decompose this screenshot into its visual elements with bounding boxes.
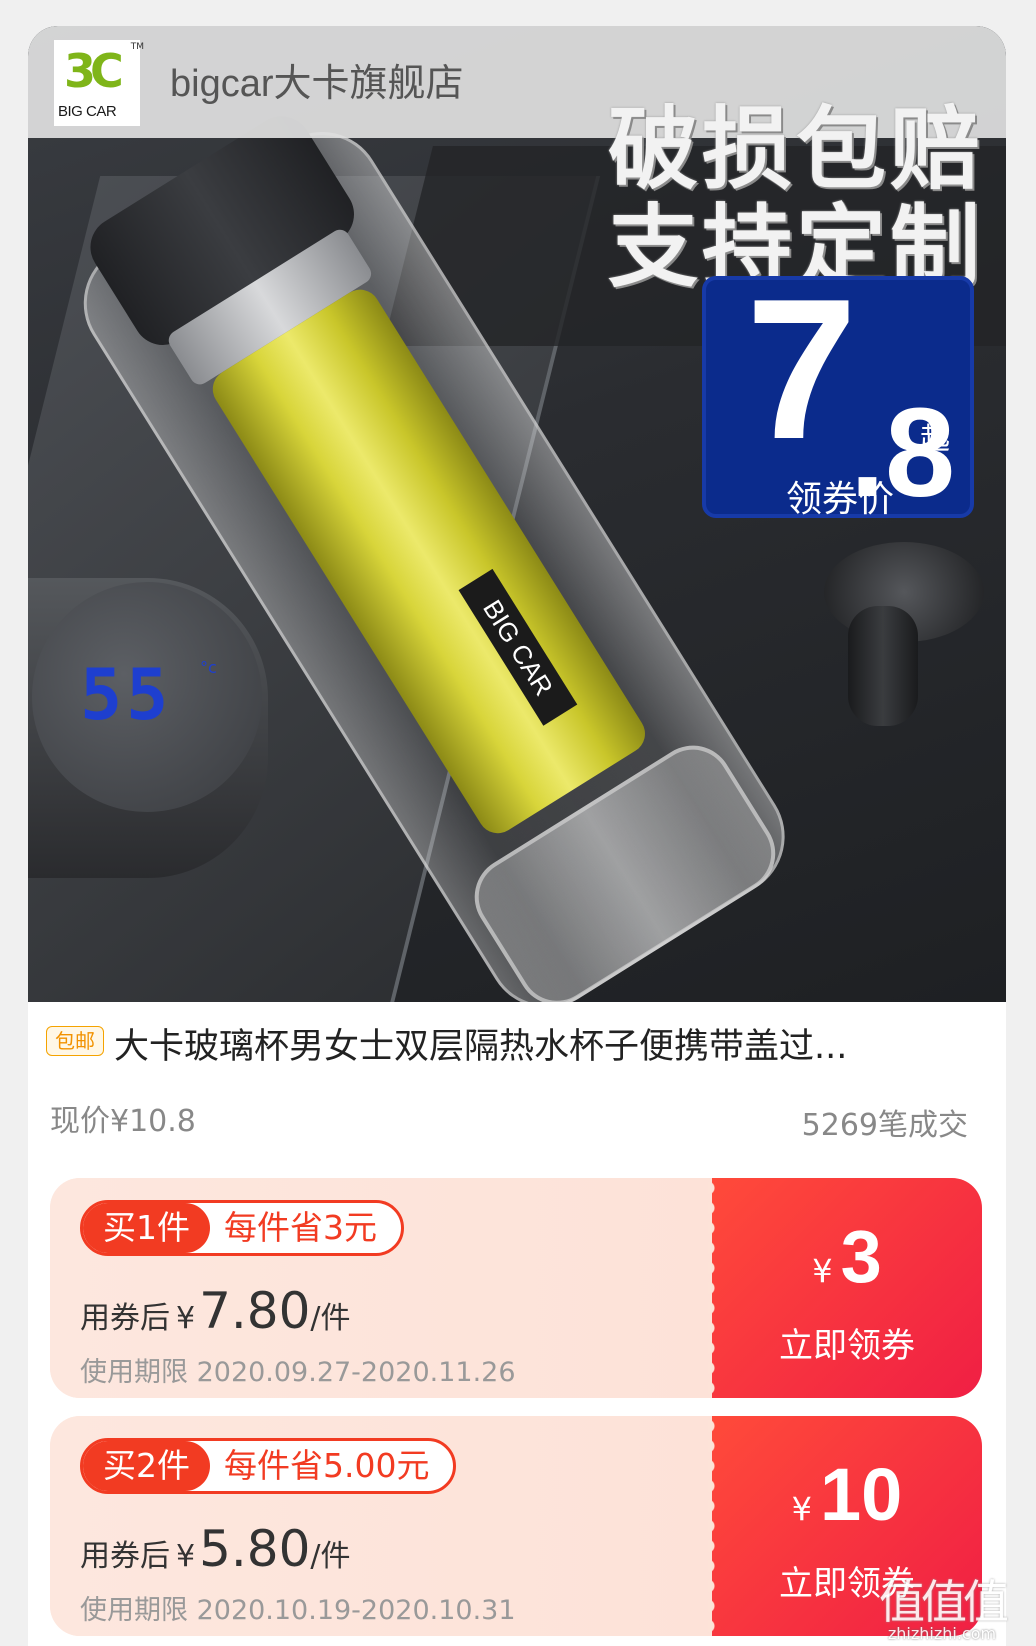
after-price-unit: /件 bbox=[310, 1539, 351, 1574]
after-price-currency: ¥ bbox=[176, 1539, 196, 1574]
product-image[interactable]: 55 °c BIG CAR 3C TM BIG CAR bigcar大卡旗舰店 … bbox=[28, 26, 1006, 1002]
coupon-quantity: 买1件 bbox=[83, 1203, 210, 1253]
coupon-validity: 使用期限 2020.10.19-2020.10.31 bbox=[80, 1595, 516, 1626]
free-shipping-tag: 包邮 bbox=[46, 1026, 104, 1056]
site-watermark: 值值值 zhizhizhi.com bbox=[862, 1575, 1022, 1643]
coupon-quantity: 买2件 bbox=[83, 1441, 210, 1491]
after-price-value: 7.80 bbox=[199, 1282, 311, 1340]
badge-caption: 领券价 bbox=[786, 479, 895, 520]
after-price-value: 5.80 bbox=[199, 1520, 311, 1578]
tea-infuser-stem bbox=[848, 606, 918, 726]
badge-price-suffix: 起 bbox=[920, 422, 950, 457]
coupon-face-value[interactable]: ¥3 bbox=[712, 1214, 982, 1299]
product-title-row[interactable]: 包邮 大卡玻璃杯男女士双层隔热水杯子便携带盖过... bbox=[46, 1018, 986, 1068]
watermark-logo: 值值值 bbox=[879, 1575, 1009, 1629]
logo-trademark: TM bbox=[130, 42, 144, 52]
after-price-label: 用券后 bbox=[80, 1539, 170, 1574]
coupon-after-price: 用券后 ¥ 5.80 /件 bbox=[80, 1520, 351, 1578]
coupon-validity: 使用期限 2020.09.27-2020.11.26 bbox=[80, 1357, 516, 1388]
product-card[interactable]: 55 °c BIG CAR 3C TM BIG CAR bigcar大卡旗舰店 … bbox=[28, 26, 1006, 1646]
store-name[interactable]: bigcar大卡旗舰店 bbox=[170, 52, 464, 107]
coupon-saving: 每件省3元 bbox=[224, 1208, 377, 1247]
logo-text: BIG CAR bbox=[58, 103, 117, 120]
badge-price-integer: 7 bbox=[746, 258, 857, 481]
coupon-card[interactable]: 买2件 每件省5.00元 用券后 ¥ 5.80 /件 使用期限 2020.10.… bbox=[50, 1416, 982, 1636]
temperature-display: 55 bbox=[80, 654, 173, 736]
coupon-saving: 每件省5.00元 bbox=[224, 1446, 430, 1485]
claim-coupon-button[interactable]: 立即领券 bbox=[712, 1318, 982, 1367]
after-price-unit: /件 bbox=[310, 1301, 351, 1336]
coupon-card[interactable]: 买1件 每件省3元 用券后 ¥ 7.80 /件 使用期限 2020.09.27-… bbox=[50, 1178, 982, 1398]
coupon-rule-pill: 买2件 每件省5.00元 bbox=[80, 1438, 457, 1494]
logo-mark: 3C bbox=[64, 44, 124, 98]
store-logo[interactable]: 3C TM BIG CAR bbox=[54, 40, 144, 126]
coupon-rule-pill: 买1件 每件省3元 bbox=[80, 1200, 404, 1256]
face-currency: ¥ bbox=[812, 1252, 833, 1290]
face-value: 10 bbox=[820, 1453, 903, 1536]
coupon-price-badge: 7 .8 起 领券价 bbox=[702, 270, 974, 523]
temperature-unit: °c bbox=[200, 658, 217, 677]
after-price-label: 用券后 bbox=[80, 1301, 170, 1336]
coupon-after-price: 用券后 ¥ 7.80 /件 bbox=[80, 1282, 351, 1340]
current-price: 现价¥10.8 bbox=[50, 1104, 196, 1139]
face-currency: ¥ bbox=[791, 1490, 813, 1528]
product-title[interactable]: 大卡玻璃杯男女士双层隔热水杯子便携带盖过... bbox=[114, 1018, 934, 1069]
sales-count: 5269笔成交 bbox=[801, 1108, 968, 1143]
after-price-currency: ¥ bbox=[176, 1301, 196, 1336]
coupon-face-value[interactable]: ¥10 bbox=[712, 1452, 982, 1537]
face-value: 3 bbox=[840, 1215, 882, 1298]
